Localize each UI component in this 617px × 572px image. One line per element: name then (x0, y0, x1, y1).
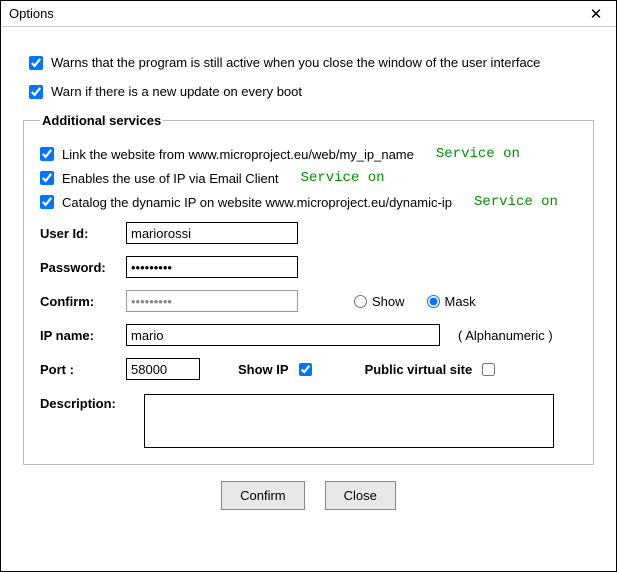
port-label: Port : (40, 362, 126, 377)
svc-email-client-status: Service on (301, 170, 385, 186)
dialog-buttons: Confirm Close (23, 481, 594, 510)
show-radio[interactable] (354, 295, 367, 308)
window-title: Options (9, 6, 54, 21)
ip-name-label: IP name: (40, 328, 126, 343)
user-id-label: User Id: (40, 226, 126, 241)
warn-active-row: Warns that the program is still active w… (29, 55, 594, 70)
confirm-button[interactable]: Confirm (221, 481, 305, 510)
ip-name-row: IP name: ( Alphanumeric ) (40, 324, 577, 346)
svc-email-client-checkbox[interactable] (40, 171, 54, 185)
password-field[interactable] (126, 256, 298, 278)
svc-catalog-ip-label: Catalog the dynamic IP on website www.mi… (62, 195, 452, 210)
description-field[interactable] (144, 394, 554, 448)
dialog-body: Warns that the program is still active w… (1, 27, 616, 522)
password-row: Password: (40, 256, 577, 278)
svc-email-client-row: Enables the use of IP via Email Client S… (40, 170, 577, 186)
svc-link-website-status: Service on (436, 146, 520, 162)
confirm-field[interactable] (126, 290, 298, 312)
group-legend: Additional services (40, 113, 163, 128)
description-label: Description: (40, 394, 144, 448)
mask-radio-label[interactable]: Mask (427, 294, 476, 309)
svc-catalog-ip-checkbox[interactable] (40, 195, 54, 209)
show-ip-checkbox[interactable] (299, 363, 312, 376)
svc-email-client-label: Enables the use of IP via Email Client (62, 171, 279, 186)
close-button[interactable]: Close (325, 481, 396, 510)
user-id-row: User Id: (40, 222, 577, 244)
svc-catalog-ip-row: Catalog the dynamic IP on website www.mi… (40, 194, 577, 210)
warn-active-checkbox[interactable] (29, 56, 43, 70)
additional-services-group: Additional services Link the website fro… (23, 113, 594, 465)
confirm-row: Confirm: Show Mask (40, 290, 577, 312)
port-field[interactable] (126, 358, 200, 380)
public-virtual-site-label: Public virtual site (365, 362, 473, 377)
mask-radio-group: Show Mask (354, 294, 494, 309)
ip-name-field[interactable] (126, 324, 440, 346)
options-dialog: Options ✕ Warns that the program is stil… (0, 0, 617, 572)
titlebar: Options ✕ (1, 1, 616, 27)
svc-catalog-ip-status: Service on (474, 194, 558, 210)
alphanumeric-hint: ( Alphanumeric ) (458, 328, 553, 343)
close-icon[interactable]: ✕ (584, 5, 608, 23)
show-radio-label[interactable]: Show (354, 294, 405, 309)
warn-update-checkbox[interactable] (29, 85, 43, 99)
user-id-field[interactable] (126, 222, 298, 244)
warn-update-row: Warn if there is a new update on every b… (29, 84, 594, 99)
public-virtual-site-checkbox[interactable] (482, 363, 495, 376)
port-row: Port : Show IP Public virtual site (40, 358, 577, 380)
confirm-label: Confirm: (40, 294, 126, 309)
svc-link-website-row: Link the website from www.microproject.e… (40, 146, 577, 162)
svc-link-website-label: Link the website from www.microproject.e… (62, 147, 414, 162)
description-row: Description: (40, 394, 577, 448)
warn-active-label: Warns that the program is still active w… (51, 55, 540, 70)
svc-link-website-checkbox[interactable] (40, 147, 54, 161)
port-extras: Show IP Public virtual site (238, 360, 498, 379)
password-label: Password: (40, 260, 126, 275)
warn-update-label: Warn if there is a new update on every b… (51, 84, 302, 99)
show-ip-label: Show IP (238, 362, 289, 377)
mask-radio[interactable] (427, 295, 440, 308)
